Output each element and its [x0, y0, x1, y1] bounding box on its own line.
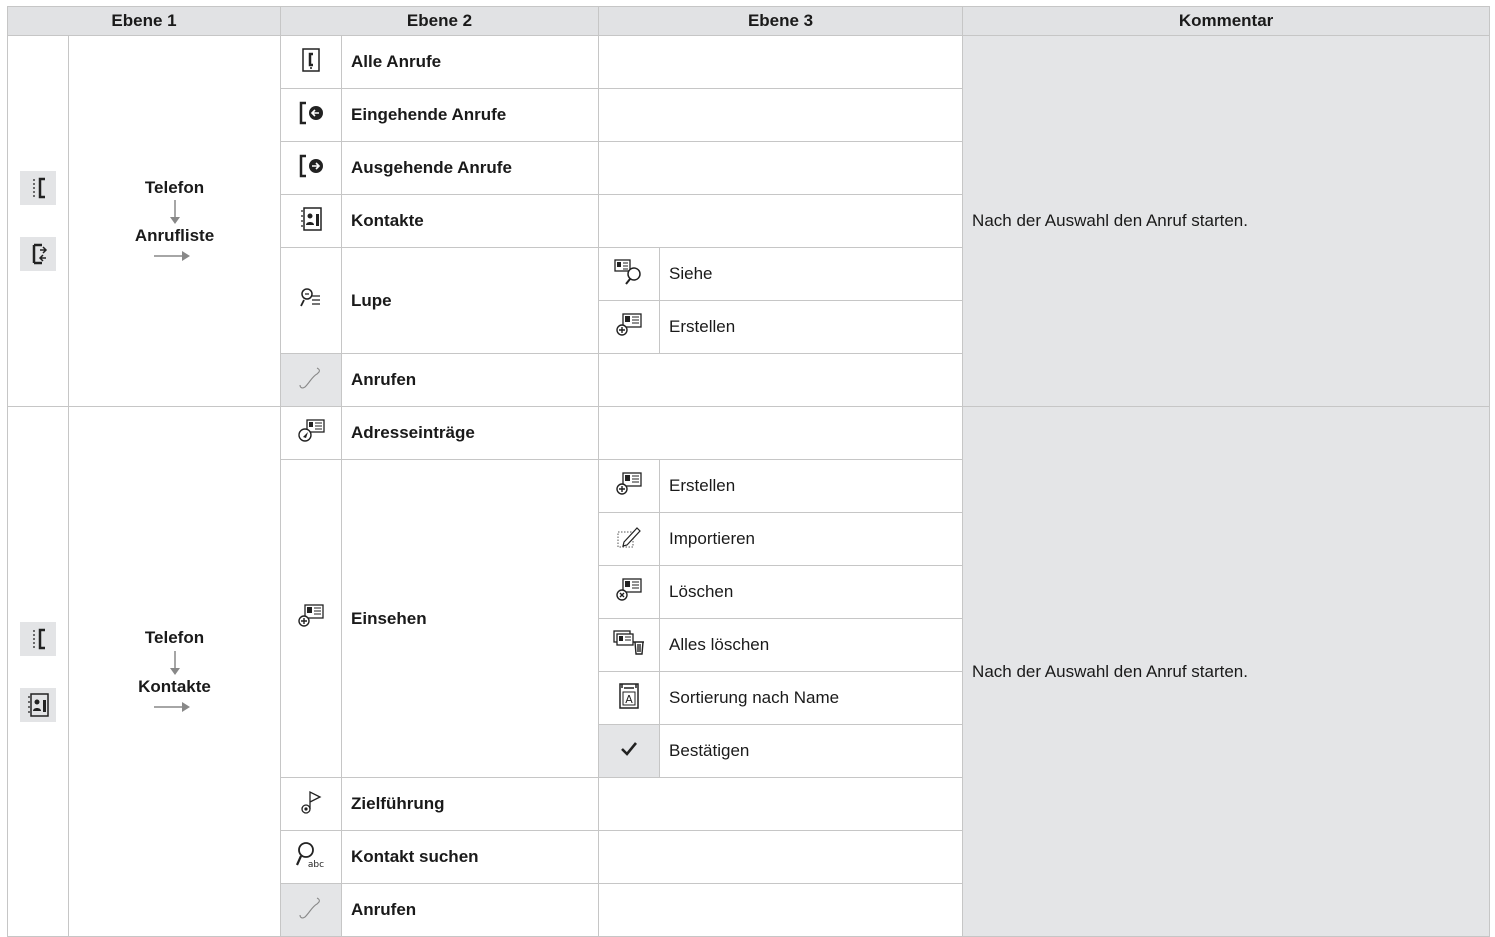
path-level2-label: Anrufliste	[134, 226, 215, 245]
magnifier-list-icon	[280, 247, 343, 354]
submenu-item-alles-loeschen[interactable]: Alles löschen	[659, 618, 964, 672]
submenu-item-loeschen[interactable]: Löschen	[659, 565, 964, 619]
menu-item-alle-anrufe[interactable]: Alle Anrufe	[341, 35, 600, 89]
empty-level3	[598, 406, 964, 460]
delete-all-icon	[598, 618, 661, 672]
contacts-book-icon	[280, 194, 343, 248]
handset-icon	[280, 353, 343, 407]
svg-text:A: A	[625, 693, 633, 706]
header-level1: Ebene 1	[6, 6, 282, 36]
menu-item-kontakt-suchen[interactable]: Kontakt suchen	[341, 830, 600, 884]
call-log-icon	[20, 237, 56, 271]
create-card-icon	[598, 300, 661, 354]
search-contact-icon: abc	[280, 830, 343, 884]
submenu-item-bestaetigen[interactable]: Bestätigen	[659, 724, 964, 778]
contacts-book-icon	[20, 687, 56, 722]
view-card-icon	[598, 247, 661, 301]
call-list-icon	[280, 35, 343, 89]
menu-item-zielfuehrung[interactable]: Zielführung	[341, 777, 600, 831]
empty-level3	[598, 35, 964, 89]
path-level1-label: Telefon	[144, 177, 205, 197]
phone-menu-icon	[20, 621, 56, 656]
empty-level3	[598, 777, 964, 831]
menu-item-adresseintraege[interactable]: Adresseinträge	[341, 406, 600, 460]
path-level2-label: Kontakte	[138, 676, 211, 696]
view-contact-icon	[280, 459, 343, 778]
empty-level3	[598, 88, 964, 142]
menu-item-lupe[interactable]: Lupe	[341, 247, 600, 354]
incoming-calls-icon	[280, 88, 343, 142]
path-level1-label: Telefon	[144, 628, 205, 648]
svg-text:abc: abc	[308, 860, 324, 870]
header-level2: Ebene 2	[280, 6, 600, 36]
empty-level3	[598, 883, 964, 937]
menu-item-eingehende-anrufe[interactable]: Eingehende Anrufe	[341, 88, 600, 142]
menu-item-anrufen[interactable]: Anrufen	[341, 883, 600, 937]
sort-by-name-icon: A	[598, 671, 661, 725]
level1-path-cell: Telefon Anrufliste	[67, 35, 282, 407]
comment-cell: Nach der Auswahl den Anruf starten.	[962, 35, 1491, 407]
empty-level3	[598, 141, 964, 195]
level1-icons-cell	[7, 35, 69, 407]
arrow-right-icon	[154, 251, 190, 262]
import-icon	[598, 512, 661, 566]
submenu-item-erstellen[interactable]: Erstellen	[659, 300, 964, 354]
checkmark-icon	[598, 724, 661, 778]
navigation-flag-icon	[280, 777, 343, 831]
header-level3: Ebene 3	[598, 6, 964, 36]
level1-icons-cell	[7, 406, 69, 937]
arrow-down-icon	[170, 650, 180, 675]
outgoing-calls-icon	[280, 141, 343, 195]
address-entry-icon	[280, 406, 343, 460]
submenu-item-sortierung[interactable]: Sortierung nach Name	[659, 671, 964, 725]
phone-menu-icon	[20, 171, 56, 205]
header-comment: Kommentar	[962, 6, 1491, 36]
empty-level3	[598, 353, 964, 407]
arrow-right-icon	[154, 701, 190, 712]
arrow-down-icon	[170, 200, 180, 224]
submenu-item-siehe[interactable]: Siehe	[659, 247, 964, 301]
create-card-icon	[598, 459, 661, 513]
menu-item-kontakte[interactable]: Kontakte	[341, 194, 600, 248]
menu-item-einsehen[interactable]: Einsehen	[341, 459, 600, 778]
submenu-item-erstellen[interactable]: Erstellen	[659, 459, 964, 513]
delete-card-icon	[598, 565, 661, 619]
handset-icon	[280, 883, 343, 937]
menu-structure-table: Ebene 1 Ebene 2 Ebene 3 Kommentar Telefo…	[6, 6, 1491, 937]
empty-level3	[598, 830, 964, 884]
empty-level3	[598, 194, 964, 248]
level1-path-cell: Telefon Kontakte	[67, 406, 282, 937]
submenu-item-importieren[interactable]: Importieren	[659, 512, 964, 566]
menu-item-anrufen[interactable]: Anrufen	[341, 353, 600, 407]
comment-cell: Nach der Auswahl den Anruf starten.	[962, 406, 1491, 937]
menu-item-ausgehende-anrufe[interactable]: Ausgehende Anrufe	[341, 141, 600, 195]
